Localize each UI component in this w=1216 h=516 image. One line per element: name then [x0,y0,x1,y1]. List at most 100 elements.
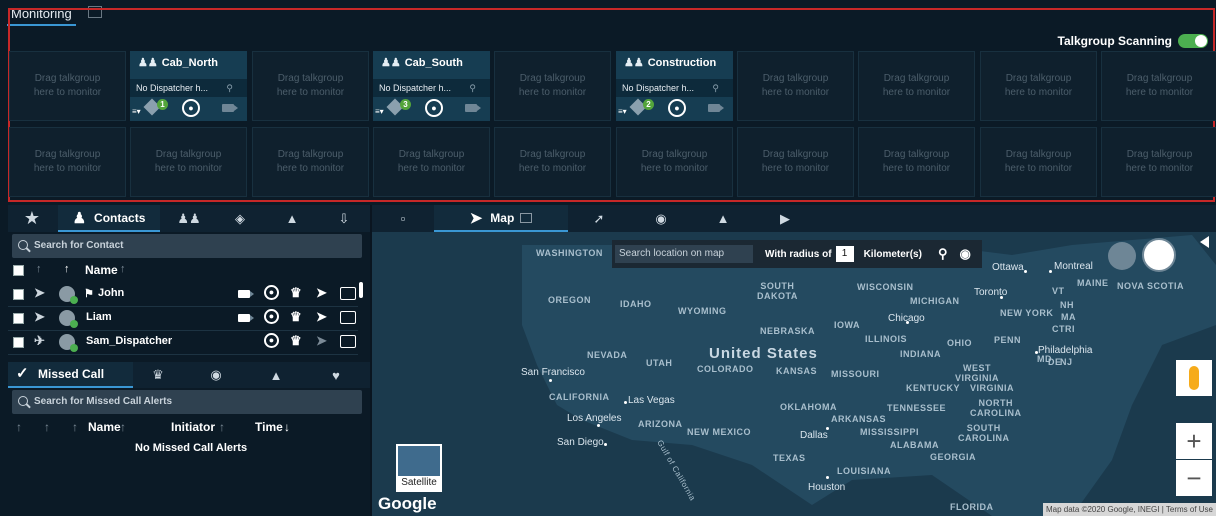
talkgroup-scanning-toggle[interactable] [1178,34,1208,48]
satellite-toggle[interactable]: Satellite [396,444,442,492]
activity-tab[interactable]: ♥ [314,362,358,388]
contact-search-input[interactable]: Search for Contact [12,234,362,258]
alerts-name-header[interactable]: Name [88,420,121,434]
alerts-initiator-header[interactable]: Initiator [171,420,215,434]
map-tab[interactable]: ➤ Map [434,205,568,232]
contact-checkbox[interactable] [13,337,24,348]
microphone-icon[interactable]: ● [668,99,686,117]
empty-monitor-slot[interactable]: Drag talkgroup here to monitor [494,51,611,121]
empty-monitor-slot[interactable]: Drag talkgroup here to monitor [858,51,975,121]
clear-overlay-icon[interactable] [1142,238,1176,272]
message-icon[interactable] [340,311,356,324]
zoom-in-button[interactable]: + [1176,423,1212,459]
sort-arrow-icon[interactable]: ↑ [16,420,22,434]
group-location-tab[interactable]: ▲ [692,205,754,232]
radius-input[interactable]: 1 [835,246,854,262]
microphone-icon[interactable]: ● [182,99,200,117]
scrollbar[interactable] [359,282,363,298]
empty-monitor-slot[interactable]: Drag talkgroup here to monitor [494,127,611,197]
map-attribution[interactable]: Map data ©2020 Google, INEGI | Terms of … [1042,503,1216,516]
video-call-icon[interactable] [238,290,254,298]
empty-monitor-slot[interactable]: Drag talkgroup here to monitor [858,127,975,197]
navigation-icon[interactable]: ➤ [316,285,327,301]
empty-monitor-slot[interactable]: Drag talkgroup here to monitor [737,127,854,197]
empty-monitor-slot[interactable]: Drag talkgroup here to monitor [130,127,247,197]
sort-arrow-icon[interactable]: ↑ [72,420,78,434]
sort-arrow-icon[interactable]: ↑ [219,420,225,434]
navigation-icon[interactable]: ➤ [316,309,327,325]
playback-tab[interactable]: ▶ [754,205,816,232]
empty-monitor-slot[interactable]: Drag talkgroup here to monitor [1101,127,1216,197]
contact-row[interactable]: ✈ Sam_Dispatcher ● ♛ ➤ [8,330,358,355]
heartbeat-icon: ♥ [332,367,340,383]
empty-monitor-slot[interactable]: Drag talkgroup here to monitor [1101,51,1216,121]
street-view-pegman-icon[interactable] [1176,360,1212,396]
location-alerts-tab[interactable]: ◉ [194,362,238,388]
sort-arrow-icon[interactable]: ↓ [284,420,290,434]
empty-monitor-slot[interactable]: Drag talkgroup here to monitor [980,51,1097,121]
microphone-icon[interactable]: ● [264,285,279,300]
contact-row[interactable]: ➤ ⚑ John ● ♛ ➤ [8,282,358,307]
talkgroup-tile[interactable]: ♟♟ Construction No Dispatcher h... ⚲ ≡▾ 2 ● [616,51,733,121]
map-location-search-input[interactable]: Search location on map [615,245,753,263]
groups-tab[interactable]: ♟♟ [164,205,214,232]
microphone-icon[interactable]: ● [264,333,279,348]
bell-icon[interactable]: ♛ [290,333,302,349]
zoom-out-button[interactable]: − [1176,460,1212,496]
contact-row[interactable]: ➤ Liam ● ♛ ➤ [8,306,358,331]
message-icon[interactable] [340,335,356,348]
talkgroup-tab[interactable]: ◈ [214,205,266,232]
video-camera-icon[interactable] [708,104,724,112]
message-icon[interactable] [340,287,356,300]
geofence-tab[interactable]: ◉ [630,205,692,232]
favorites-tab[interactable]: ★ [8,205,56,232]
select-all-checkbox[interactable] [13,265,24,276]
contact-checkbox[interactable] [13,313,24,324]
alerts-time-header[interactable]: Time [255,420,283,434]
empty-monitor-slot[interactable]: Drag talkgroup here to monitor [9,127,126,197]
talkgroup-tile[interactable]: ♟♟ Cab_North No Dispatcher h... ⚲ ≡▾ 1 ● [130,51,247,121]
video-camera-icon[interactable] [222,104,238,112]
sort-arrow-icon[interactable]: ↑ [64,263,70,275]
name-column-header[interactable]: Name [85,263,118,277]
sort-arrow-icon[interactable]: ↑ [44,420,50,434]
messages-tab[interactable]: ▫ [372,205,434,232]
menu-icon[interactable]: ≡▾ [618,107,627,116]
sort-arrow-icon[interactable]: ↑ [36,263,42,275]
contacts-tab[interactable]: ♟ Contacts [58,205,160,232]
emergency-tab[interactable]: ▲ [254,362,298,388]
empty-monitor-slot[interactable]: Drag talkgroup here to monitor [737,51,854,121]
contact-checkbox[interactable] [13,289,24,300]
popout-icon[interactable] [520,212,533,223]
missed-call-search-input[interactable]: Search for Missed Call Alerts [12,390,362,414]
route-tab[interactable]: ➚ [568,205,630,232]
microphone-icon[interactable]: ● [425,99,443,117]
menu-icon[interactable]: ≡▾ [132,107,141,116]
map-state-label: NORTH CAROLINA [970,398,1022,418]
alerts-bell-tab[interactable]: ♛ [136,362,180,388]
collapse-arrow-icon[interactable] [1200,236,1209,248]
empty-monitor-slot[interactable]: Drag talkgroup here to monitor [252,51,369,121]
empty-monitor-slot[interactable]: Drag talkgroup here to monitor [252,127,369,197]
menu-icon[interactable]: ≡▾ [375,107,384,116]
download-tab[interactable]: ⇩ [318,205,370,232]
empty-monitor-slot[interactable]: Drag talkgroup here to monitor [373,127,490,197]
talkgroup-tile[interactable]: ♟♟ Cab_South No Dispatcher h... ⚲ ≡▾ 3 ● [373,51,490,121]
bell-icon[interactable]: ♛ [290,285,302,301]
empty-monitor-slot[interactable]: Drag talkgroup here to monitor [980,127,1097,197]
map-pin-icon[interactable]: ◉ [959,246,970,262]
bell-icon[interactable]: ♛ [290,309,302,325]
sort-arrow-icon[interactable]: ↑ [120,420,126,434]
sort-arrow-icon[interactable]: ↑ [120,263,126,275]
missed-call-alerts-tab[interactable]: ✓ Missed Call Alerts [8,362,133,405]
empty-monitor-slot[interactable]: Drag talkgroup here to monitor [616,127,733,197]
microphone-icon[interactable]: ● [264,309,279,324]
video-call-icon[interactable] [238,314,254,322]
map-search-icon[interactable]: ⚲ [938,246,948,262]
empty-monitor-slot[interactable]: Drag talkgroup here to monitor [9,51,126,121]
navigation-icon[interactable]: ➤ [316,333,327,349]
dispatch-group-tab[interactable]: ▲ [266,205,318,232]
locate-units-icon[interactable] [1108,242,1136,270]
location-arrow-icon: ✈ [34,333,45,348]
video-camera-icon[interactable] [465,104,481,112]
